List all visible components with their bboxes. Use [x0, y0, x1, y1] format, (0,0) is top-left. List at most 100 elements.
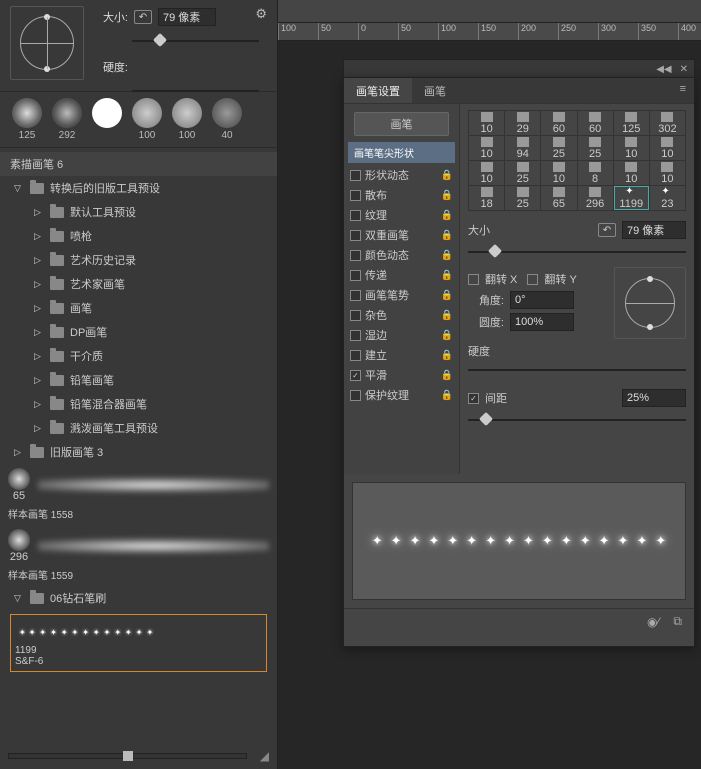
brush-picker-panel: 大小: ↶ 硬度: ⚙ 125 292 100 100 40 素描画笔 6 ▽转…	[0, 0, 278, 769]
brush-tip-cell[interactable]: ✦23	[650, 186, 685, 210]
brush-tip-cell[interactable]: 10	[614, 136, 649, 160]
tab-brushes[interactable]: 画笔	[412, 78, 458, 103]
reset-icon[interactable]: ↶	[134, 10, 152, 24]
brush-angle-preview[interactable]	[10, 6, 84, 80]
size-input[interactable]	[622, 221, 686, 239]
hardness-slider[interactable]	[132, 84, 259, 98]
brush-tip-cell[interactable]: 10	[614, 161, 649, 185]
swatch[interactable]: 292	[48, 98, 86, 141]
brush-sample-label: 样本画笔 1559	[0, 567, 277, 586]
gear-icon[interactable]: ⚙	[255, 6, 267, 22]
brush-tip-cell[interactable]: ✦1199	[614, 186, 649, 210]
brush-tip-cell[interactable]: 94	[505, 136, 540, 160]
spacing-slider[interactable]	[468, 413, 686, 427]
spacing-checkbox[interactable]: ✓	[468, 393, 479, 404]
tree-folder[interactable]: ▷DP画笔	[20, 320, 277, 344]
brush-sample[interactable]: 296	[0, 525, 277, 567]
brush-tip-cell[interactable]: 29	[505, 111, 540, 135]
panel-titlebar[interactable]: ◀◀ ✕	[343, 59, 695, 78]
brush-option[interactable]: 保护纹理🔒	[344, 385, 459, 405]
hardness-slider	[468, 363, 686, 377]
tree-folder[interactable]: ▷艺术家画笔	[20, 272, 277, 296]
brush-option[interactable]: 传递🔒	[344, 265, 459, 285]
spacing-input[interactable]	[622, 389, 686, 407]
brush-tip-cell[interactable]: 65	[541, 186, 576, 210]
angle-label: 角度:	[468, 292, 504, 308]
resize-handle-icon[interactable]: ◢	[260, 749, 269, 763]
brush-tip-cell[interactable]: 10	[650, 161, 685, 185]
brush-tip-cell[interactable]: 10	[469, 111, 504, 135]
panel-footer: ◉⁄ ⧉	[344, 608, 694, 634]
swatch[interactable]: 100	[168, 98, 206, 141]
angle-input[interactable]	[510, 291, 574, 309]
brush-swatches: 125 292 100 100 40	[0, 92, 277, 148]
new-preset-icon[interactable]: ⧉	[673, 614, 682, 629]
brush-tip-cell[interactable]: 10	[650, 136, 685, 160]
brush-tip-cell[interactable]: 10	[541, 161, 576, 185]
brush-settings-panel: 画笔设置 画笔 ≡ 画笔 画笔笔尖形状 形状动态🔒散布🔒纹理🔒双重画笔🔒颜色动态…	[343, 77, 695, 647]
flip-y-checkbox[interactable]	[527, 274, 538, 285]
brush-option[interactable]: 建立🔒	[344, 345, 459, 365]
brush-option[interactable]: 颜色动态🔒	[344, 245, 459, 265]
collapse-icon[interactable]: ◀◀	[656, 64, 671, 75]
brush-tip-cell[interactable]: 60	[578, 111, 613, 135]
brush-option[interactable]: 湿边🔒	[344, 325, 459, 345]
size-slider[interactable]	[468, 245, 686, 259]
hardness-label: 硬度:	[92, 59, 128, 75]
ruler: 10050050100150200250300350400450	[278, 23, 701, 41]
tab-brush-settings[interactable]: 画笔设置	[344, 78, 412, 103]
angle-control[interactable]	[614, 267, 686, 339]
brush-tree: 素描画笔 6 ▽转换后的旧版工具预设 ▷默认工具预设▷喷枪▷艺术历史记录▷艺术家…	[0, 148, 277, 680]
swatch[interactable]: 125	[8, 98, 46, 141]
swatch[interactable]: 40	[208, 98, 246, 141]
brush-tip-cell[interactable]: 25	[541, 136, 576, 160]
brush-tip-cell[interactable]: 10	[469, 136, 504, 160]
brush-tip-cell[interactable]: 25	[505, 186, 540, 210]
close-icon[interactable]: ✕	[680, 64, 688, 75]
hardness-label: 硬度	[468, 343, 490, 359]
brush-button[interactable]: 画笔	[354, 112, 449, 136]
brush-tip-cell[interactable]: 125	[614, 111, 649, 135]
tree-group-title[interactable]: 素描画笔 6	[0, 152, 277, 176]
brush-tip-cell[interactable]: 25	[578, 136, 613, 160]
brush-tip-cell[interactable]: 10	[469, 161, 504, 185]
brush-tip-cell[interactable]: 18	[469, 186, 504, 210]
brush-tip-cell[interactable]: 302	[650, 111, 685, 135]
brush-tip-cell[interactable]: 296	[578, 186, 613, 210]
tree-folder[interactable]: ▷喷枪	[20, 224, 277, 248]
tree-folder[interactable]: ▷画笔	[20, 296, 277, 320]
size-slider[interactable]	[132, 34, 259, 48]
brush-option[interactable]: 杂色🔒	[344, 305, 459, 325]
tree-folder[interactable]: ▷溅泼画笔工具预设	[20, 416, 277, 440]
tree-folder[interactable]: ▷默认工具预设	[20, 200, 277, 224]
panel-scrollbar[interactable]	[8, 749, 247, 763]
tree-folder[interactable]: ▷艺术历史记录	[20, 248, 277, 272]
tree-folder[interactable]: ▽转换后的旧版工具预设	[0, 176, 277, 200]
brush-option[interactable]: 纹理🔒	[344, 205, 459, 225]
tree-folder[interactable]: ▷铅笔画笔	[20, 368, 277, 392]
brush-tip-cell[interactable]: 25	[505, 161, 540, 185]
flip-x-checkbox[interactable]	[468, 274, 479, 285]
swatch[interactable]	[88, 98, 126, 130]
reset-icon[interactable]: ↶	[598, 223, 616, 237]
panel-menu-icon[interactable]: ≡	[672, 78, 694, 103]
swatch[interactable]: 100	[128, 98, 166, 141]
selected-brush[interactable]: ✦✦✦✦✦✦✦✦✦✦✦✦✦ 1199 S&F-6	[10, 614, 267, 672]
brush-option[interactable]: 画笔笔势🔒	[344, 285, 459, 305]
tree-folder[interactable]: ▷干介质	[20, 344, 277, 368]
tree-folder[interactable]: ▷铅笔混合器画笔	[20, 392, 277, 416]
brush-tip-cell[interactable]: 8	[578, 161, 613, 185]
brush-option[interactable]: ✓平滑🔒	[344, 365, 459, 385]
preview-toggle-icon[interactable]: ◉⁄	[647, 615, 659, 629]
size-input[interactable]	[158, 8, 216, 26]
brush-tip-shape[interactable]: 画笔笔尖形状	[348, 142, 455, 163]
roundness-input[interactable]	[510, 313, 574, 331]
brush-tip-cell[interactable]: 60	[541, 111, 576, 135]
brush-header: 大小: ↶ 硬度: ⚙	[0, 0, 277, 92]
brush-sample[interactable]: 65	[0, 464, 277, 506]
brush-option[interactable]: 形状动态🔒	[344, 165, 459, 185]
brush-option[interactable]: 散布🔒	[344, 185, 459, 205]
tree-folder[interactable]: ▷旧版画笔 3	[0, 440, 277, 464]
tree-folder[interactable]: ▽06钻石笔刷	[0, 586, 277, 610]
brush-option[interactable]: 双重画笔🔒	[344, 225, 459, 245]
